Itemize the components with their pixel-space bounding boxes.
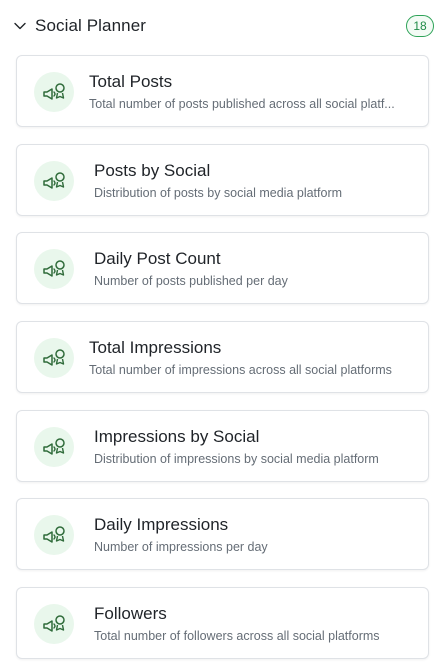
widget-card-followers[interactable]: Followers Total number of followers acro… bbox=[16, 587, 429, 660]
megaphone-badge-icon bbox=[34, 426, 74, 467]
section-title: Social Planner bbox=[35, 16, 147, 35]
megaphone-badge-icon bbox=[34, 160, 74, 201]
card-title: Daily Impressions bbox=[94, 515, 229, 535]
widget-card-impressions-by-social[interactable]: Impressions by Social Distribution of im… bbox=[16, 409, 429, 482]
megaphone-badge-icon bbox=[34, 604, 74, 645]
card-title: Daily Post Count bbox=[94, 249, 221, 269]
card-text: Total Impressions Total number of impres… bbox=[89, 338, 418, 378]
social-planner-panel: Social Planner 18 Total Posts Total numb… bbox=[0, 0, 443, 671]
card-description: Distribution of posts by social media pl… bbox=[94, 185, 343, 200]
section-header-social-planner[interactable]: Social Planner 18 bbox=[0, 8, 443, 44]
count-badge: 18 bbox=[406, 15, 434, 37]
megaphone-badge-icon bbox=[34, 338, 74, 379]
widget-card-daily-impressions[interactable]: Daily Impressions Number of impressions … bbox=[16, 498, 429, 571]
card-title: Impressions by Social bbox=[94, 426, 260, 446]
card-text: Posts by Social Distribution of posts by… bbox=[94, 161, 418, 201]
megaphone-badge-icon bbox=[34, 515, 74, 556]
card-title: Posts by Social bbox=[94, 160, 211, 180]
widget-card-daily-post-count[interactable]: Daily Post Count Number of posts publish… bbox=[16, 232, 429, 305]
card-title: Total Posts bbox=[89, 72, 173, 91]
megaphone-badge-icon bbox=[34, 249, 74, 290]
card-description: Total number of posts published across a… bbox=[89, 97, 395, 111]
card-description: Distribution of impressions by social me… bbox=[94, 451, 379, 466]
megaphone-badge-icon bbox=[34, 72, 74, 112]
card-description: Number of impressions per day bbox=[94, 540, 268, 555]
card-text: Followers Total number of followers acro… bbox=[94, 604, 418, 644]
card-description: Number of posts published per day bbox=[94, 274, 288, 289]
card-text: Daily Post Count Number of posts publish… bbox=[94, 249, 418, 289]
card-title: Total Impressions bbox=[89, 338, 222, 358]
widget-card-posts-by-social[interactable]: Posts by Social Distribution of posts by… bbox=[16, 143, 429, 216]
card-text: Daily Impressions Number of impressions … bbox=[94, 515, 418, 555]
chevron-down-icon bbox=[13, 19, 27, 33]
card-description: Total number of followers across all soc… bbox=[94, 629, 380, 644]
widget-card-total-posts[interactable]: Total Posts Total number of posts publis… bbox=[16, 55, 429, 127]
widget-card-list: Total Posts Total number of posts publis… bbox=[16, 55, 429, 671]
card-text: Impressions by Social Distribution of im… bbox=[94, 427, 418, 467]
card-title: Followers bbox=[94, 604, 167, 624]
card-description: Total number of impressions across all s… bbox=[89, 363, 392, 378]
card-text: Total Posts Total number of posts publis… bbox=[89, 72, 418, 112]
widget-card-total-impressions[interactable]: Total Impressions Total number of impres… bbox=[16, 321, 429, 394]
